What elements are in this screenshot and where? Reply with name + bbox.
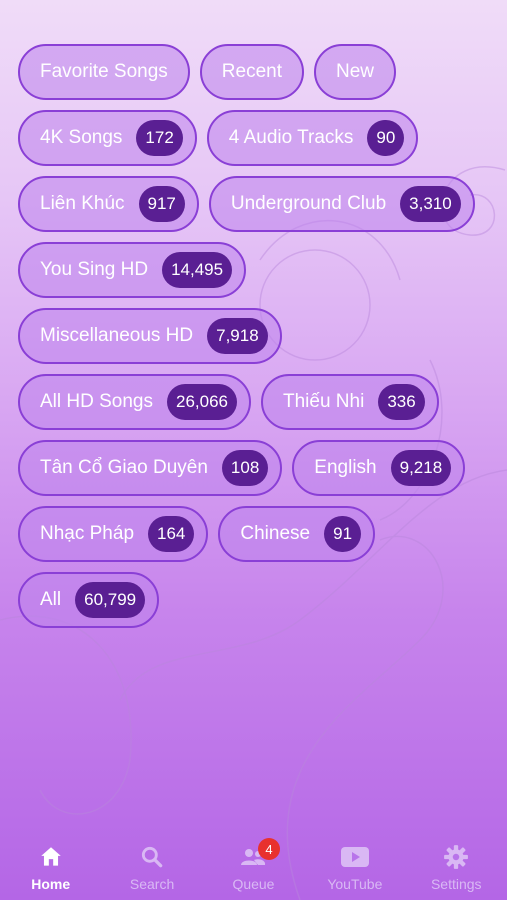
chip-label: All HD Songs [40,391,153,412]
chip-label: Nhạc Pháp [40,523,135,544]
chip-favorite-songs[interactable]: Favorite Songs [18,44,190,100]
tab-search[interactable]: Search [102,830,203,892]
chip-label: Thiếu Nhi [283,391,365,412]
chip-label: All [40,589,62,610]
tab-label: YouTube [327,876,383,892]
category-row: Liên Khúc 917 Underground Club 3,310 [18,176,498,232]
chip-underground-club[interactable]: Underground Club 3,310 [208,176,475,232]
count-badge: 7,918 [207,318,268,354]
count-badge: 14,495 [162,252,233,288]
youtube-icon [340,842,370,872]
chip-lien-khuc[interactable]: Liên Khúc 917 [18,176,199,232]
count-badge: 90 [367,120,405,156]
chip-4k-songs[interactable]: 4K Songs 172 [18,110,197,166]
category-row: Favorite Songs Recent New [18,44,498,100]
category-row: Miscellaneous HD 7,918 [18,308,498,364]
category-row: 4K Songs 172 4 Audio Tracks 90 [18,110,498,166]
chip-miscellaneous-hd[interactable]: Miscellaneous HD 7,918 [18,308,282,364]
chip-label: Recent [221,61,282,82]
category-list: Favorite Songs Recent New 4K Songs 172 4… [18,44,498,638]
tab-label: Queue [232,876,275,892]
tab-label: Home [31,876,71,892]
count-badge: 9,218 [390,450,452,486]
count-badge: 60,799 [75,582,146,618]
category-row: You Sing HD 14,495 [18,242,498,298]
count-badge: 917 [138,186,185,222]
tab-settings[interactable]: Settings [406,830,507,892]
chip-nhac-phap[interactable]: Nhạc Pháp 164 [18,506,209,562]
chip-label: Underground Club [230,193,387,214]
chip-label: New [336,61,375,82]
tab-youtube[interactable]: YouTube [304,830,405,892]
chip-thieu-nhi[interactable]: Thiếu Nhi 336 [261,374,439,430]
chip-label: Liên Khúc [40,193,125,214]
home-icon [36,842,66,872]
chip-english[interactable]: English 9,218 [292,440,466,496]
count-badge: 3,310 [400,186,461,222]
tab-label: Settings [430,876,482,892]
chip-label: Tân Cổ Giao Duyên [40,457,208,478]
chip-label: Chinese [240,523,311,544]
chip-all-hd-songs[interactable]: All HD Songs 26,066 [18,374,251,430]
chip-recent[interactable]: Recent [199,44,304,100]
count-badge: 336 [378,384,425,420]
count-badge: 26,066 [167,384,237,420]
tab-label: Search [129,876,175,892]
gear-icon [441,842,471,872]
search-icon [137,842,167,872]
chip-label: 4K Songs [40,127,123,148]
tab-bar: Home Search 4 Queue YouTube Settings [0,830,507,900]
count-badge: 108 [221,450,269,486]
tab-queue[interactable]: 4 Queue [203,830,304,892]
chip-all[interactable]: All 60,799 [18,572,160,628]
chip-label: English [314,457,377,478]
category-row: Nhạc Pháp 164 Chinese 91 [18,506,498,562]
category-row: All HD Songs 26,066 Thiếu Nhi 336 [18,374,498,430]
category-row: All 60,799 [18,572,498,628]
chip-label: Favorite Songs [40,61,168,82]
chip-label: Miscellaneous HD [40,325,194,346]
count-badge: 91 [324,516,362,552]
queue-count-badge: 4 [257,838,280,860]
chip-label: You Sing HD [40,259,149,280]
chip-tan-co-giao-duyen[interactable]: Tân Cổ Giao Duyên 108 [18,440,283,496]
tab-home[interactable]: Home [0,830,101,892]
chip-new[interactable]: New [314,44,397,100]
chip-4-audio-tracks[interactable]: 4 Audio Tracks 90 [206,110,419,166]
count-badge: 164 [148,516,195,552]
chip-chinese[interactable]: Chinese 91 [218,506,376,562]
chip-you-sing-hd[interactable]: You Sing HD 14,495 [18,242,247,298]
category-row: Tân Cổ Giao Duyên 108 English 9,218 [18,440,498,496]
count-badge: 172 [136,120,183,156]
chip-label: 4 Audio Tracks [228,127,354,148]
